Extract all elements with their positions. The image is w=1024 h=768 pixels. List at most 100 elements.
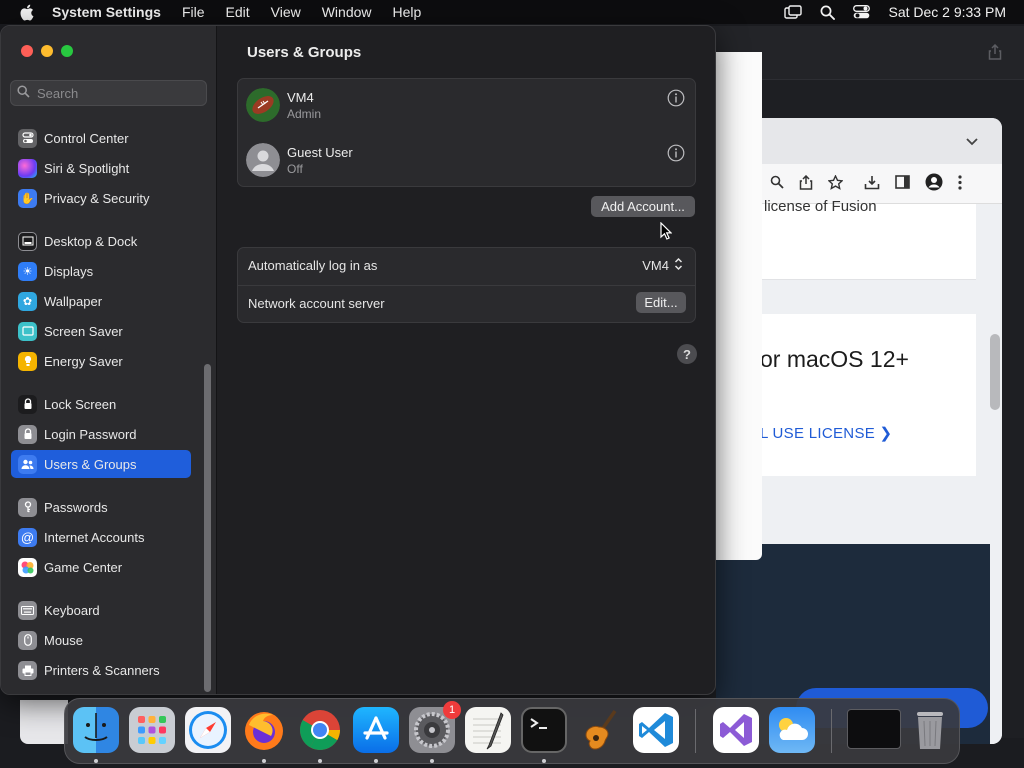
safari-icon[interactable] (185, 707, 231, 753)
sidebar-item-desktop-dock[interactable]: Desktop & Dock (11, 227, 191, 255)
share-icon[interactable] (799, 174, 813, 193)
textedit-icon[interactable] (465, 707, 511, 753)
sidebar-item-label: Passwords (44, 499, 108, 515)
flower-icon: ✿ (18, 291, 37, 311)
add-account-button[interactable]: Add Account... (591, 196, 695, 217)
garageband-icon[interactable] (577, 707, 623, 753)
spotlight-search-icon[interactable] (820, 5, 836, 20)
running-indicator (542, 759, 546, 763)
menu-help[interactable]: Help (393, 4, 422, 20)
tab-list-chevron-icon[interactable] (966, 134, 978, 149)
minimize-button[interactable] (41, 45, 53, 57)
user-name: Guest User (287, 145, 353, 160)
menu-bar: System Settings File Edit View Window He… (0, 0, 1024, 24)
zoom-icon[interactable] (770, 175, 784, 192)
sidebar-item-internet-accounts[interactable]: @ Internet Accounts (11, 523, 191, 551)
license-link[interactable]: L USE LICENSE ❯ (760, 424, 892, 442)
sidebar-item-mouse[interactable]: Mouse (11, 626, 191, 654)
background-window-edge (20, 700, 68, 744)
sidebar-scrollbar[interactable] (204, 364, 211, 692)
sidebar-item-control-center[interactable]: Control Center (11, 124, 191, 152)
menu-window[interactable]: Window (322, 4, 372, 20)
sun-icon: ☀ (18, 261, 37, 281)
login-settings-group: Automatically log in as VM4 Network acco… (237, 247, 696, 323)
sidebar-item-label: Game Center (44, 559, 123, 575)
screen-saver-icon (18, 321, 37, 341)
edit-button[interactable]: Edit... (636, 292, 686, 313)
sidebar-item-lock-screen[interactable]: Lock Screen (11, 390, 191, 418)
download-icon[interactable] (864, 175, 880, 193)
screen-mirroring-icon[interactable] (784, 5, 803, 19)
sidebar-item-label: Users & Groups (44, 456, 137, 472)
info-icon[interactable] (667, 144, 685, 165)
minimized-window-icon[interactable] (847, 709, 901, 749)
mouse-cursor-icon (660, 221, 673, 243)
close-button[interactable] (21, 45, 33, 57)
search-field[interactable] (10, 80, 207, 106)
users-list: VM4 Admin Guest User Off (237, 78, 696, 187)
users-icon (18, 454, 37, 474)
control-center-icon[interactable] (853, 5, 871, 19)
sidebar-item-passwords[interactable]: Passwords (11, 493, 191, 521)
firefox-icon[interactable] (241, 707, 287, 753)
system-settings-icon[interactable]: 1 (409, 701, 461, 753)
system-settings-window: Control Center Siri & Spotlight ✋ Privac… (0, 25, 716, 695)
dock: 1 (64, 698, 960, 764)
sidebar-item-privacy-security[interactable]: ✋ Privacy & Security (11, 184, 191, 212)
sidebar-item-label: Screen Saver (44, 323, 123, 339)
menu-view[interactable]: View (271, 4, 301, 20)
trash-icon[interactable] (907, 707, 953, 753)
sidebar-item-label: Login Password (44, 426, 137, 442)
menu-file[interactable]: File (182, 4, 205, 20)
chrome-icon[interactable] (297, 707, 343, 753)
weather-icon[interactable] (769, 707, 815, 753)
sidebar-item-label: Keyboard (44, 602, 100, 618)
app-store-icon[interactable] (353, 707, 399, 753)
sidebar-item-game-center[interactable]: Game Center (11, 553, 191, 581)
launchpad-icon[interactable] (129, 707, 175, 753)
key-icon (18, 497, 37, 517)
sidebar-item-energy-saver[interactable]: Energy Saver (11, 347, 191, 375)
dock-icon (18, 231, 37, 251)
auto-login-popup[interactable]: VM4 (642, 257, 683, 274)
running-indicator (430, 759, 434, 763)
hand-icon: ✋ (18, 188, 37, 208)
sidebar-toggle-icon[interactable] (895, 175, 910, 192)
user-row-vm4[interactable]: VM4 Admin (238, 79, 695, 133)
menu-date-time[interactable]: Sat Dec 2 9:33 PM (888, 4, 1006, 20)
dock-separator (695, 709, 696, 753)
zoom-button[interactable] (61, 45, 73, 57)
vscode-icon[interactable] (633, 707, 679, 753)
help-button[interactable]: ? (677, 344, 697, 364)
search-icon (17, 85, 30, 101)
background-window-edge (712, 52, 762, 560)
lock-icon (18, 394, 37, 414)
menu-edit[interactable]: Edit (226, 4, 250, 20)
at-icon: @ (18, 527, 37, 547)
sidebar-item-label: Internet Accounts (44, 529, 145, 545)
search-input[interactable] (37, 85, 197, 101)
visual-studio-icon[interactable] (713, 707, 759, 753)
sidebar-item-printers-scanners[interactable]: Printers & Scanners (11, 656, 191, 684)
finder-icon[interactable] (73, 707, 119, 753)
sidebar-item-screen-saver[interactable]: Screen Saver (11, 317, 191, 345)
user-row-guest[interactable]: Guest User Off (238, 134, 695, 188)
bookmark-star-icon[interactable] (827, 173, 844, 193)
control-center-icon (18, 128, 37, 148)
sidebar-item-wallpaper[interactable]: ✿ Wallpaper (11, 287, 191, 315)
more-menu-icon[interactable] (958, 174, 962, 193)
sidebar-item-displays[interactable]: ☀ Displays (11, 257, 191, 285)
share-icon[interactable] (988, 43, 1002, 63)
keyboard-icon (18, 600, 37, 620)
info-icon[interactable] (667, 89, 685, 110)
terminal-icon[interactable] (521, 707, 567, 753)
sidebar-item-keyboard[interactable]: Keyboard (11, 596, 191, 624)
browser-scrollbar[interactable] (990, 334, 1000, 410)
sidebar-item-login-password[interactable]: Login Password (11, 420, 191, 448)
profile-icon[interactable] (925, 173, 943, 194)
sidebar-item-siri-spotlight[interactable]: Siri & Spotlight (11, 154, 191, 182)
football-avatar (246, 88, 280, 122)
menu-app-name[interactable]: System Settings (52, 4, 161, 20)
sidebar-item-users-groups[interactable]: Users & Groups (11, 450, 191, 478)
apple-menu-icon[interactable] (0, 4, 52, 21)
